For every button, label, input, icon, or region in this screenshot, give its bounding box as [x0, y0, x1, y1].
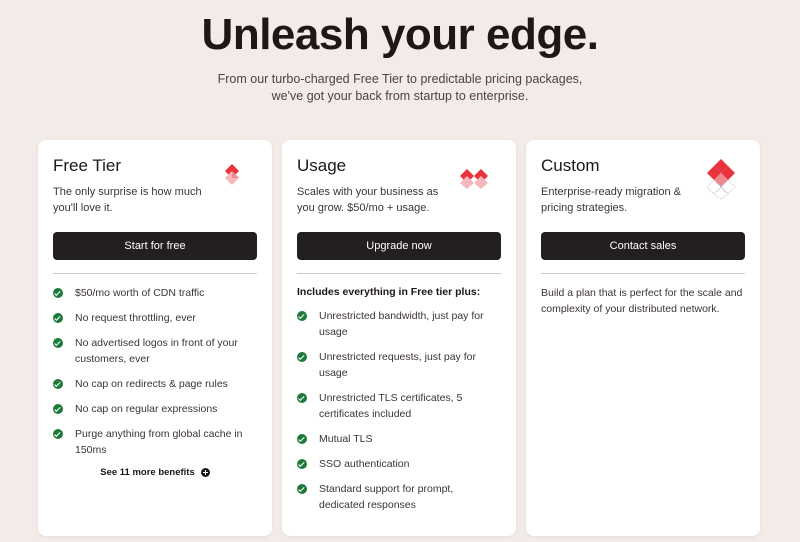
plan-description: The only surprise is how much you'll lov…: [53, 186, 202, 214]
check-icon: [53, 379, 63, 389]
contact-sales-button[interactable]: Contact sales: [541, 232, 745, 260]
check-icon: [297, 459, 307, 469]
divider: [541, 273, 745, 274]
includes-heading: Includes everything in Free tier plus:: [297, 286, 481, 298]
plan-card-custom: Custom Enterprise-ready migration & pric…: [526, 140, 760, 536]
check-icon: [297, 434, 307, 444]
list-item: No advertised logos in front of your cus…: [53, 335, 257, 367]
see-more-benefits-link[interactable]: See 11 more benefits: [53, 467, 257, 478]
subtitle-line-2: we've got your back from startup to ente…: [271, 89, 529, 103]
plan-description: Enterprise-ready migration & pricing str…: [541, 186, 682, 214]
list-item: SSO authentication: [297, 456, 501, 472]
check-icon: [53, 338, 63, 348]
plan-description: Scales with your business as you grow. $…: [297, 186, 439, 214]
double-diamond-icon: [458, 168, 490, 195]
subtitle-line-1: From our turbo-charged Free Tier to pred…: [217, 72, 583, 86]
upgrade-now-button[interactable]: Upgrade now: [297, 232, 501, 260]
feature-list: $50/mo worth of CDN traffic No request t…: [53, 285, 257, 458]
check-icon: [297, 484, 307, 494]
list-item: Mutual TLS: [297, 431, 501, 447]
plus-circle-icon: [200, 468, 210, 477]
plan-card-free: Free Tier The only surprise is how much …: [38, 140, 272, 536]
list-item: Unrestricted bandwidth, just pay for usa…: [297, 308, 501, 340]
list-item: Standard support for prompt, dedicated r…: [297, 481, 501, 513]
list-item: $50/mo worth of CDN traffic: [53, 285, 257, 301]
check-icon: [297, 352, 307, 362]
list-item: Purge anything from global cache in 150m…: [53, 426, 257, 458]
feature-list: Unrestricted bandwidth, just pay for usa…: [297, 308, 501, 513]
check-icon: [53, 429, 63, 439]
divider: [297, 273, 501, 274]
list-item: No cap on regular expressions: [53, 401, 257, 417]
single-diamond-icon: [222, 162, 242, 193]
custom-plan-text: Build a plan that is perfect for the sca…: [541, 287, 743, 315]
list-item: Unrestricted TLS certificates, 5 certifi…: [297, 390, 501, 422]
start-for-free-button[interactable]: Start for free: [53, 232, 257, 260]
list-item: No request throttling, ever: [53, 310, 257, 326]
list-item: No cap on redirects & page rules: [53, 376, 257, 392]
page-subtitle: From our turbo-charged Free Tier to pred…: [0, 71, 800, 105]
check-icon: [53, 313, 63, 323]
see-more-label: See 11 more benefits: [100, 467, 195, 478]
check-icon: [53, 404, 63, 414]
check-icon: [53, 288, 63, 298]
page-title: Unleash your edge.: [201, 10, 599, 59]
list-item: Unrestricted requests, just pay for usag…: [297, 349, 501, 381]
divider: [53, 273, 257, 274]
check-icon: [297, 393, 307, 403]
plan-card-usage: Usage Scales with your business as you g…: [282, 140, 516, 536]
diamond-cluster-icon: [706, 158, 736, 205]
check-icon: [297, 311, 307, 321]
